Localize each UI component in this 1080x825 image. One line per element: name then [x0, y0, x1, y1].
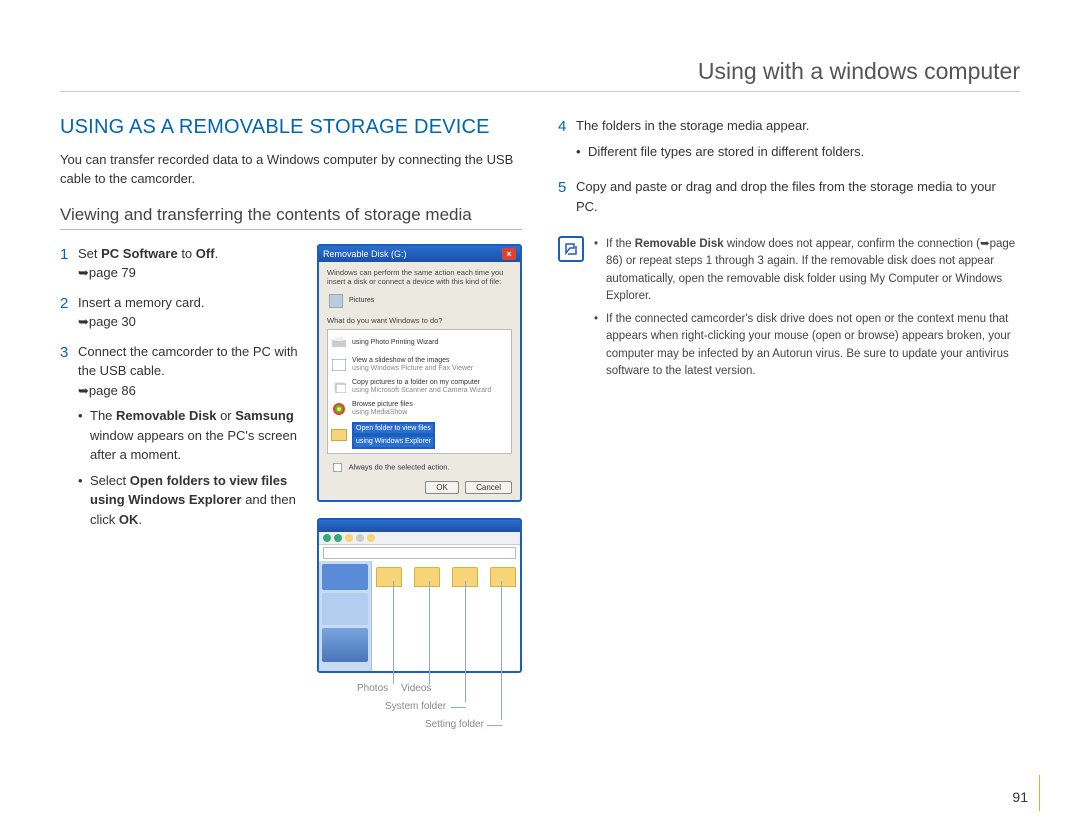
- step-number: 3: [60, 342, 78, 365]
- t: Copy pictures to a folder on my computer: [352, 379, 480, 386]
- page-title: Using with a windows computer: [60, 58, 1020, 92]
- t: If the: [606, 238, 635, 250]
- dialog-option[interactable]: Copy pictures to a folder on my computer…: [330, 376, 509, 398]
- folder-photos[interactable]: [376, 567, 402, 589]
- left-column: USING AS A REMOVABLE STORAGE DEVICE You …: [60, 116, 522, 747]
- t: The: [90, 408, 116, 423]
- step-text: Copy and paste or drag and drop the file…: [576, 179, 996, 214]
- t: Browse picture files: [352, 401, 413, 408]
- ok-button[interactable]: OK: [425, 481, 459, 494]
- dialog-line: Windows can perform the same action each…: [327, 268, 512, 286]
- always-checkbox[interactable]: [333, 463, 342, 472]
- t: View a slideshow of the images: [352, 357, 450, 364]
- t: OK: [119, 512, 139, 527]
- t: using Windows Explorer: [352, 435, 435, 449]
- callout-setting: Setting folder: [425, 719, 484, 730]
- dialog-title: Removable Disk (G:): [323, 249, 407, 259]
- step-bold: Off: [196, 246, 215, 261]
- folder-setting[interactable]: [490, 567, 516, 589]
- t: Removable Disk: [635, 238, 724, 250]
- t: Removable Disk: [116, 408, 216, 423]
- t: window appears on the PC's screen after …: [90, 428, 297, 463]
- section-intro: You can transfer recorded data to a Wind…: [60, 151, 522, 189]
- step-number: 2: [60, 293, 78, 316]
- step-text: Set: [78, 246, 101, 261]
- explorer-window: [317, 518, 522, 673]
- dialog-question: What do you want Windows to do?: [327, 316, 512, 325]
- section-title: USING AS A REMOVABLE STORAGE DEVICE: [60, 116, 522, 139]
- note-1: If the Removable Disk window does not ap…: [594, 236, 1020, 305]
- step-2: 2 Insert a memory card. ➥page 30: [60, 293, 303, 332]
- step-3-bullet-2: Select Open folders to view files using …: [78, 471, 303, 530]
- note-block: If the Removable Disk window does not ap…: [558, 236, 1020, 386]
- page-number: 91: [1012, 789, 1028, 805]
- right-column: 4 The folders in the storage media appea…: [558, 116, 1020, 747]
- t: Open folder to view files: [352, 422, 435, 436]
- slideshow-icon: [330, 356, 348, 374]
- step-number: 4: [558, 116, 576, 139]
- figure-callouts: Photos Videos System folder Setting fold…: [317, 677, 522, 747]
- page-ref: ➥page 79: [78, 263, 136, 283]
- dialog-option-selected[interactable]: Open folder to view filesusing Windows E…: [330, 420, 509, 451]
- t: using Windows Picture and Fax Viewer: [352, 365, 473, 372]
- sub-heading: Viewing and transferring the contents of…: [60, 205, 522, 230]
- step-3-bullet-1: The Removable Disk or Samsung window app…: [78, 406, 303, 465]
- t: using MediaShow: [352, 409, 407, 416]
- t: or: [216, 408, 235, 423]
- explorer-sidebar: [319, 561, 372, 671]
- dialog-option[interactable]: using Photo Printing Wizard: [330, 332, 509, 354]
- t: using Photo Printing Wizard: [352, 339, 438, 346]
- callout-system: System folder: [385, 701, 446, 712]
- picture-icon: [327, 292, 345, 310]
- copy-icon: [330, 378, 348, 396]
- printer-icon: [330, 334, 348, 352]
- callout-photos: Photos: [357, 683, 388, 694]
- step-text: to: [178, 246, 196, 261]
- dialog-option[interactable]: View a slideshow of the imagesusing Wind…: [330, 354, 509, 376]
- folder-icon: [330, 426, 348, 444]
- dialog-option[interactable]: Browse picture filesusing MediaShow: [330, 398, 509, 420]
- note-icon: [558, 236, 584, 262]
- step-text: The folders in the storage media appear.: [576, 118, 809, 133]
- step-4-bullet-1: Different file types are stored in diffe…: [576, 142, 1020, 162]
- step-text: Connect the camcorder to the PC with the…: [78, 344, 298, 379]
- note-2: If the connected camcorder's disk drive …: [594, 311, 1020, 380]
- t: using Microsoft Scanner and Camera Wizar…: [352, 387, 491, 394]
- t: .: [138, 512, 142, 527]
- step-number: 1: [60, 244, 78, 267]
- always-label: Always do the selected action.: [349, 463, 450, 472]
- step-text: .: [215, 246, 219, 261]
- t: Select: [90, 473, 130, 488]
- step-1: 1 Set PC Software to Off. ➥page 79: [60, 244, 303, 283]
- page-ref: ➥page 86: [78, 381, 136, 401]
- step-bold: PC Software: [101, 246, 178, 261]
- close-icon[interactable]: ×: [502, 248, 516, 260]
- callout-videos: Videos: [401, 683, 431, 694]
- step-4: 4 The folders in the storage media appea…: [558, 116, 1020, 167]
- folder-videos[interactable]: [414, 567, 440, 589]
- page-ref: ➥page 30: [78, 312, 136, 332]
- cancel-button[interactable]: Cancel: [465, 481, 512, 494]
- step-text: Insert a memory card.: [78, 295, 204, 310]
- t: Samsung: [235, 408, 294, 423]
- step-number: 5: [558, 177, 576, 200]
- mediashow-icon: [330, 400, 348, 418]
- step-3: 3 Connect the camcorder to the PC with t…: [60, 342, 303, 536]
- step-5: 5 Copy and paste or drag and drop the fi…: [558, 177, 1020, 216]
- removable-disk-dialog: Removable Disk (G:) × Windows can perfor…: [317, 244, 522, 502]
- dialog-pictures: Pictures: [349, 297, 374, 305]
